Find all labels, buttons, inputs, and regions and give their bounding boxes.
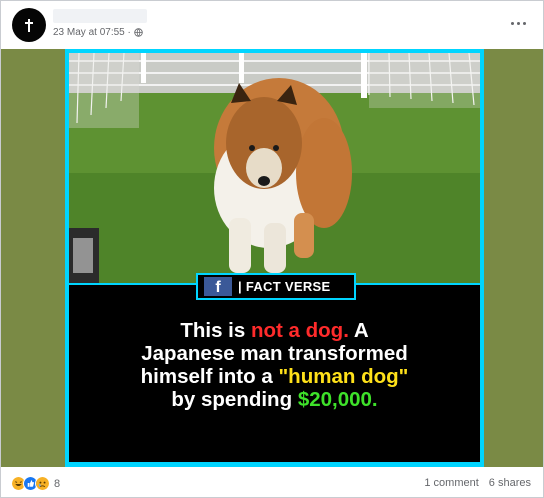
badge-text: | FACT VERSE	[238, 279, 331, 294]
page-avatar[interactable]	[12, 8, 46, 42]
post-image[interactable]: f | FACT VERSE This is not a dog. A Japa…	[1, 49, 543, 467]
collie-costume-photo	[69, 53, 480, 283]
reaction-summary[interactable]: 8	[11, 476, 60, 491]
page-name-redacted[interactable]	[53, 9, 147, 23]
post-footer: 8 1 comment 6 shares	[1, 467, 543, 497]
image-frame: f | FACT VERSE This is not a dog. A Japa…	[65, 49, 484, 467]
image-caption: This is not a dog. A Japanese man transf…	[69, 319, 480, 411]
facebook-post: 23 May at 07:55 · f | FACT VERSE This is…	[0, 0, 544, 498]
caption-line-2: Japanese man transformed	[141, 342, 408, 365]
post-stats: 1 comment 6 shares	[424, 477, 531, 489]
fact-verse-badge: f | FACT VERSE	[196, 273, 356, 300]
more-dots-icon	[511, 22, 514, 25]
facebook-logo-icon: f	[204, 277, 232, 296]
cross-icon	[25, 19, 33, 32]
caption-line-1: This is not a dog. A	[180, 319, 369, 342]
sad-reaction-icon	[35, 476, 50, 491]
post-header: 23 May at 07:55 ·	[1, 1, 543, 49]
caption-line-3: himself into a "human dog"	[140, 365, 409, 388]
post-timestamp[interactable]: 23 May at 07:55 ·	[53, 27, 131, 38]
post-options-button[interactable]	[509, 15, 529, 31]
caption-line-4: by spending $20,000.	[171, 388, 378, 411]
shares-link[interactable]: 6 shares	[489, 477, 531, 489]
dog-photo	[69, 53, 480, 283]
comments-link[interactable]: 1 comment	[424, 477, 478, 489]
globe-icon	[134, 28, 143, 37]
reaction-count: 8	[54, 477, 61, 490]
post-meta: 23 May at 07:55 ·	[53, 27, 143, 38]
